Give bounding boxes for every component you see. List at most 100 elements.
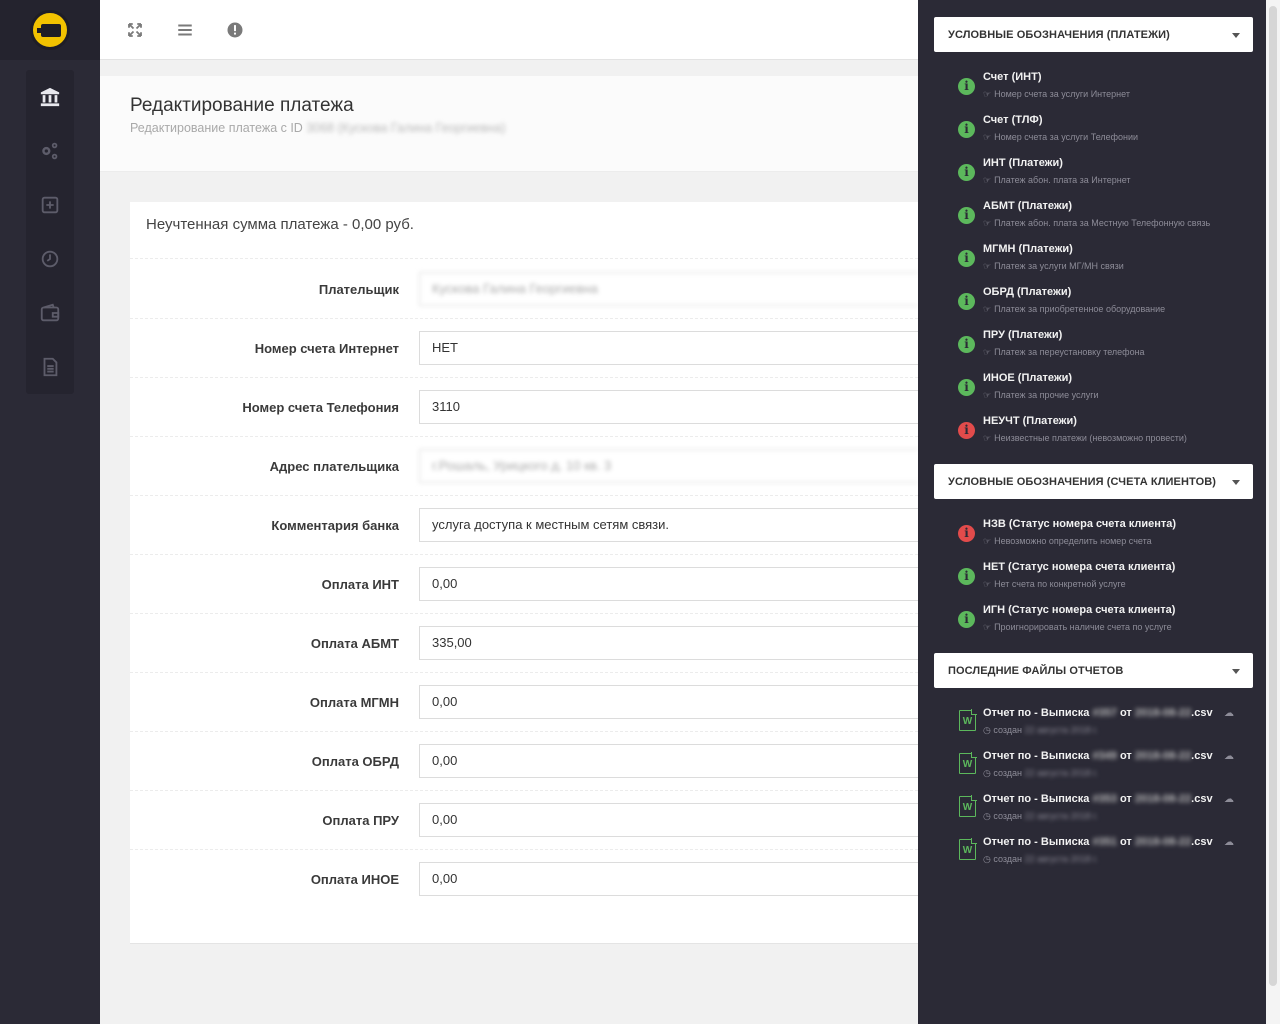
logo-area [0,0,100,60]
sidebar-item-add[interactable] [26,178,74,232]
form-input[interactable]: 0,00 [419,567,918,601]
legend-item: i ИНОЕ (Платежи) ☞ Платеж за прочие услуги [958,371,1248,411]
subtitle-name: (Кускова Галина Георгиевна) [337,121,506,135]
legend-description: ☞ Платеж абон. плата за Местную Телефонну… [983,218,1210,229]
scrollbar[interactable] [1266,0,1280,1024]
info-icon: i [958,525,975,542]
info-icon: i [958,422,975,439]
hand-point-icon: ☞ [983,261,992,271]
legend-item: i НЗВ (Статус номера счета клиента) ☞ Невоз… [958,517,1248,557]
report-file-item[interactable]: W Отчет по - Выписка #353 от 2018-08-22.c… [958,793,1248,835]
report-file-item[interactable]: W Отчет по - Выписка #351 от 2018-08-22.c… [958,836,1248,878]
hand-point-icon: ☞ [983,132,992,142]
form-input[interactable]: г.Рошаль, Урицкого д. 10 кв. 3 [419,449,918,483]
word-file-icon: W [959,838,977,860]
legend-description-text: Неизвестные платежи (невозможно провести… [994,433,1187,443]
hand-point-icon: ☞ [983,89,992,99]
report-file-date: 2018-08-22 [1134,836,1192,848]
form-input[interactable]: 0,00 [419,744,918,778]
cloud-download-icon[interactable]: ☁ [1224,708,1234,719]
form-input[interactable]: 335,00 [419,626,918,660]
report-file-created-label: создан [993,811,1023,821]
report-file-ext: .csv [1191,750,1213,762]
legend-title: ОБРД (Платежи) [983,286,1072,298]
form-label: Комментария банка [271,518,399,533]
form-label: Оплата ИНТ [321,577,399,592]
cloud-download-icon[interactable]: ☁ [1224,837,1234,848]
legend-description-text: Номер счета за услуги Интернет [994,89,1130,99]
sidebar-item-history[interactable] [26,232,74,286]
legend-description-text: Номер счета за услуги Телефонии [994,132,1139,142]
form-row: Оплата ИНТ 0,00 [130,555,918,614]
clock-icon: ◷ [983,854,994,864]
report-file-mid: от [1119,750,1132,762]
scrollbar-thumb[interactable] [1269,6,1277,986]
sidebar-item-settings[interactable] [26,124,74,178]
report-file-date: 2018-08-22 [1134,793,1192,805]
report-file-ext: .csv [1191,707,1213,719]
report-file-created-label: создан [993,768,1023,778]
legend-title: ИНОЕ (Платежи) [983,372,1073,384]
legend-title: Счет (ИНТ) [983,71,1042,83]
cloud-download-icon[interactable]: ☁ [1224,751,1234,762]
legend-description: ☞ Номер счета за услуги Интернет [983,89,1130,100]
unaccounted-sum: Неучтенная сумма платежа - 0,00 руб. [146,216,414,233]
legend-title: ПРУ (Платежи) [983,329,1063,341]
form-label: Номер счета Телефония [242,400,399,415]
files-header-title: ПОСЛЕДНИЕ ФАЙЛЫ ОТЧЕТОВ [948,664,1124,677]
report-file-item[interactable]: W Отчет по - Выписка #357 от 2018-08-22.c… [958,707,1248,749]
form-input[interactable]: услуга доступа к местным сетям связи. [419,508,918,542]
menu-icon[interactable] [175,20,195,40]
report-file-num: #349 [1092,750,1117,762]
legend-description: ☞ Платеж за прочие услуги [983,390,1099,401]
report-file-prefix: Отчет по - Выписка [983,707,1090,719]
report-file-created: ◷ создан 22 августа 2018 г. [983,811,1098,822]
clock-icon: ◷ [983,768,994,778]
alert-icon[interactable] [225,20,245,40]
legend-description: ☞ Неизвестные платежи (невозможно провест… [983,433,1187,444]
legend-title: ИНТ (Платежи) [983,157,1063,169]
form-input[interactable]: 0,00 [419,803,918,837]
report-file-title[interactable]: Отчет по - Выписка #351 от 2018-08-22.cs… [983,836,1213,848]
form-input[interactable]: 0,00 [419,862,918,896]
legend-title: НЕТ (Статус номера счета клиента) [983,561,1176,573]
form-row: Номер счета Телефония 3110 [130,378,918,437]
form-input[interactable]: 0,00 [419,685,918,719]
legend-item: i ОБРД (Платежи) ☞ Платеж за приобретенное … [958,285,1248,325]
files-header[interactable]: ПОСЛЕДНИЕ ФАЙЛЫ ОТЧЕТОВ [934,653,1253,688]
legend-description-text: Нет счета по конкретной услуге [994,579,1126,589]
form-input[interactable]: НЕТ [419,331,918,365]
report-file-ext: .csv [1191,836,1213,848]
report-file-title[interactable]: Отчет по - Выписка #353 от 2018-08-22.cs… [983,793,1213,805]
report-file-title[interactable]: Отчет по - Выписка #357 от 2018-08-22.cs… [983,707,1213,719]
info-icon: i [958,121,975,138]
report-file-item[interactable]: W Отчет по - Выписка #349 от 2018-08-22.c… [958,750,1248,792]
legend-description: ☞ Платеж абон. плата за Интернет [983,175,1131,186]
report-file-created: ◷ создан 22 августа 2018 г. [983,854,1098,865]
sidebar-item-bank[interactable] [26,70,74,124]
report-file-mid: от [1119,793,1132,805]
form-label: Оплата ИНОЕ [310,872,399,887]
accounts-legend-header[interactable]: УСЛОВНЫЕ ОБОЗНАЧЕНИЯ (СЧЕТА КЛИЕНТОВ) [934,464,1253,499]
app-logo[interactable] [30,10,70,50]
bank-icon [40,87,60,107]
report-file-prefix: Отчет по - Выписка [983,750,1090,762]
cloud-download-icon[interactable]: ☁ [1224,794,1234,805]
report-file-title[interactable]: Отчет по - Выписка #349 от 2018-08-22.cs… [983,750,1213,762]
legend-item: i МГМН (Платежи) ☞ Платеж за услуги МГ/МН с… [958,242,1248,282]
word-file-icon: W [959,709,977,731]
sidebar-item-documents[interactable] [26,340,74,394]
form-row: Оплата ПРУ 0,00 [130,791,918,850]
sidebar-item-wallet[interactable] [26,286,74,340]
report-file-created-date: 22 августа 2018 г. [1024,768,1098,778]
fullscreen-icon[interactable] [125,20,145,40]
info-icon: i [958,611,975,628]
form-label: Оплата МГМН [309,695,399,710]
form-row: Оплата АБМТ 335,00 [130,614,918,673]
form-input[interactable]: Кускова Галина Георгиевна [419,272,918,306]
form-input[interactable]: 3110 [419,390,918,424]
report-file-created: ◷ создан 22 августа 2018 г. [983,768,1098,779]
payments-legend-header[interactable]: УСЛОВНЫЕ ОБОЗНАЧЕНИЯ (ПЛАТЕЖИ) [934,17,1253,52]
legend-description: ☞ Нет счета по конкретной услуге [983,579,1126,590]
gears-icon [42,142,58,160]
